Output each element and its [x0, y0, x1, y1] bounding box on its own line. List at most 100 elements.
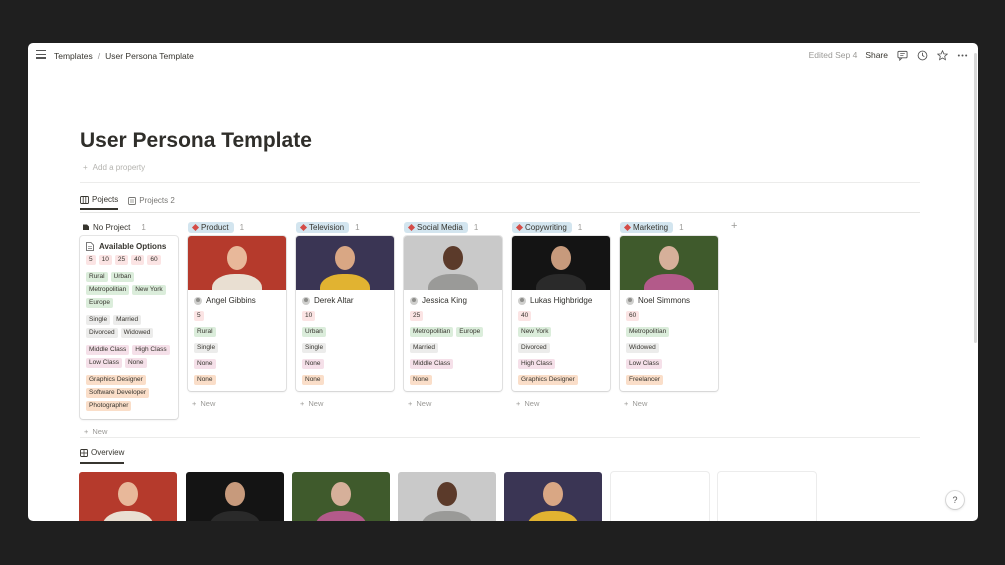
- help-button[interactable]: ?: [946, 491, 964, 509]
- column-header[interactable]: Social Media 1: [404, 220, 502, 234]
- column-count: 1: [577, 222, 583, 232]
- new-label: New: [524, 399, 540, 408]
- persona-card[interactable]: Angel Gibbins 5 Rural Single None None: [188, 236, 286, 391]
- column-header[interactable]: No Project 1: [80, 220, 178, 234]
- plus-icon: +: [516, 399, 521, 408]
- persona-name-row: Derek Altar: [302, 296, 388, 305]
- tag: Single: [86, 315, 111, 325]
- persona-name-row: Angel Gibbins: [194, 296, 280, 305]
- divider: [80, 437, 920, 438]
- group-label: Product: [201, 222, 229, 232]
- share-button[interactable]: Share: [865, 50, 888, 60]
- class-tag: None: [302, 359, 324, 369]
- class-tags: Middle Class High Class Low Class None: [86, 345, 172, 368]
- gallery-card-empty[interactable]: [611, 472, 709, 521]
- persona-name-row: Noel Simmons: [626, 296, 712, 305]
- tabs-divider: [80, 212, 920, 213]
- available-options-card[interactable]: Available Options 5 10 25 40 60 Rural Ur…: [80, 236, 178, 419]
- tag: Graphics Designer: [86, 375, 146, 385]
- status-tag: Divorced: [518, 343, 550, 353]
- more-icon[interactable]: [956, 49, 968, 61]
- job-tag: None: [410, 375, 432, 385]
- location-tag: Europe: [456, 327, 484, 337]
- avatar-icon: [302, 296, 310, 305]
- tab-overview[interactable]: Overview: [80, 448, 125, 464]
- add-property-label: Add a property: [92, 163, 146, 172]
- class-tag: High Class: [518, 359, 556, 369]
- star-icon[interactable]: [936, 49, 948, 61]
- diamond-icon: [191, 223, 200, 231]
- tag: Middle Class: [86, 345, 130, 355]
- persona-card[interactable]: Lukas Highbridge 40 New York Divorced Hi…: [512, 236, 610, 391]
- persona-name: Jessica King: [422, 296, 467, 305]
- location-tag: Rural: [194, 327, 216, 337]
- page-title[interactable]: User Persona Template: [80, 129, 312, 153]
- add-property-button[interactable]: + Add a property: [83, 163, 145, 172]
- group-pill: Product: [188, 221, 234, 233]
- column-header[interactable]: Marketing 1: [620, 220, 718, 234]
- new-card-button[interactable]: + New: [620, 399, 718, 408]
- persona-name-row: Jessica King: [410, 296, 496, 305]
- gallery-card[interactable]: [79, 472, 177, 521]
- edited-timestamp: Edited Sep 4: [808, 50, 858, 60]
- tab-pojects[interactable]: Pojects: [80, 195, 119, 210]
- gallery-card[interactable]: [398, 472, 496, 521]
- job-tag: Freelancer: [626, 375, 664, 385]
- plus-icon: +: [624, 399, 629, 408]
- gallery-card[interactable]: [504, 472, 602, 521]
- column-product: Product 1 Angel Gibbins 5 Rural Single N…: [188, 220, 286, 408]
- persona-card[interactable]: Noel Simmons 60 Metropolitian Widowed Lo…: [620, 236, 718, 391]
- persona-card[interactable]: Jessica King 25 Metropolitian Europe Marr…: [404, 236, 502, 391]
- new-card-button[interactable]: + New: [80, 427, 178, 436]
- tab-projects-2[interactable]: Projects 2: [128, 195, 175, 210]
- comment-icon[interactable]: [896, 49, 908, 61]
- tag: Metropolitian: [86, 285, 130, 295]
- doc-icon: [128, 196, 137, 205]
- column-header[interactable]: Product 1: [188, 220, 286, 234]
- tab-label: Projects 2: [139, 196, 175, 205]
- column-television: Television 1 Derek Altar 10 Urban Single…: [296, 220, 394, 408]
- tag: 5: [86, 255, 96, 265]
- top-bar: Templates / User Persona Template Edited…: [28, 43, 978, 69]
- persona-card[interactable]: Derek Altar 10 Urban Single None None: [296, 236, 394, 391]
- gallery-card-empty[interactable]: [718, 472, 816, 521]
- scrollbar[interactable]: [973, 43, 978, 521]
- add-group-button[interactable]: +: [731, 220, 737, 232]
- card-title: Available Options: [86, 242, 172, 251]
- class-tag: Low Class: [626, 359, 662, 369]
- tag: Rural: [86, 272, 108, 282]
- breadcrumb-current[interactable]: User Persona Template: [105, 51, 194, 61]
- clock-icon[interactable]: [916, 49, 928, 61]
- new-label: New: [200, 399, 216, 408]
- persona-photo: [512, 236, 610, 290]
- new-label: New: [416, 399, 432, 408]
- menu-icon[interactable]: [36, 50, 46, 60]
- plus-icon: +: [300, 399, 305, 408]
- tag: New York: [132, 285, 166, 295]
- new-card-button[interactable]: + New: [296, 399, 394, 408]
- column-header[interactable]: Copywriting 1: [512, 220, 610, 234]
- group-pill: Social Media: [404, 221, 468, 233]
- persona-name: Angel Gibbins: [206, 296, 256, 305]
- persona-photo: [620, 236, 718, 290]
- column-count: 1: [473, 222, 479, 232]
- persona-photo: [404, 236, 502, 290]
- new-card-button[interactable]: + New: [404, 399, 502, 408]
- column-marketing: Marketing 1 Noel Simmons 60 Metropolitia…: [620, 220, 718, 408]
- age-tag: 40: [518, 311, 532, 321]
- new-card-button[interactable]: + New: [188, 399, 286, 408]
- column-copywriting: Copywriting 1 Lukas Highbridge 40 New Yo…: [512, 220, 610, 408]
- group-pill: Marketing: [620, 221, 674, 233]
- tag: Urban: [110, 272, 135, 282]
- new-card-button[interactable]: + New: [512, 399, 610, 408]
- gallery-card[interactable]: [186, 472, 284, 521]
- top-actions: Edited Sep 4 Share: [809, 49, 968, 61]
- tag: 10: [98, 255, 112, 265]
- column-count: 1: [679, 222, 684, 232]
- breadcrumb-templates[interactable]: Templates: [54, 51, 93, 61]
- column-header[interactable]: Television 1: [296, 220, 394, 234]
- group-pill: Copywriting: [512, 221, 572, 233]
- column-social-media: Social Media 1 Jessica King 25 Metropoli…: [404, 220, 502, 408]
- gallery-card[interactable]: [292, 472, 390, 521]
- status-tag: Widowed: [626, 343, 659, 353]
